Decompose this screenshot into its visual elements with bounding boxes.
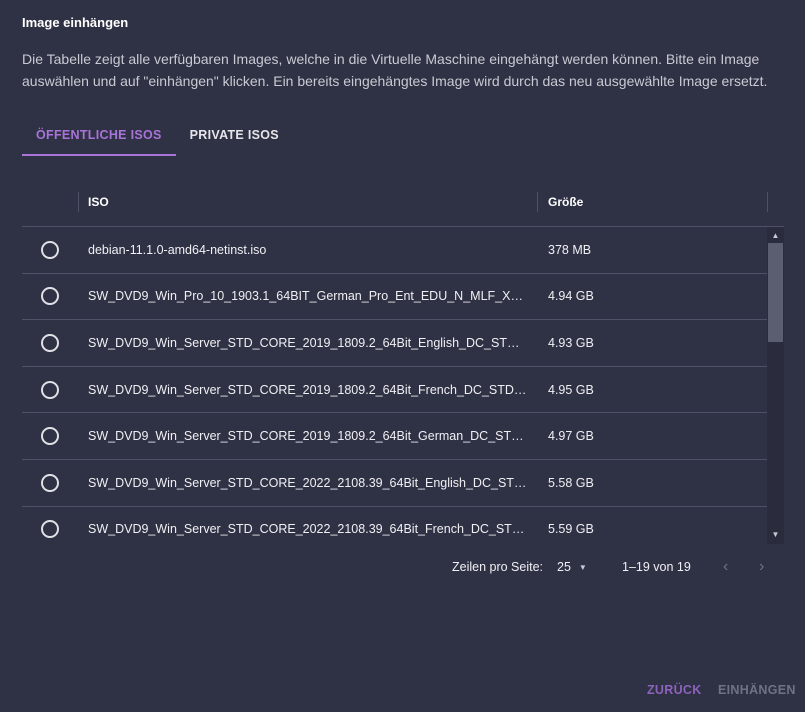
dialog-title: Image einhängen (22, 15, 129, 30)
row-iso-name: debian-11.1.0-amd64-netinst.iso (88, 242, 267, 257)
pagination: Zeilen pro Seite: 25 ▼ 1–19 von 19 ‹ › (0, 558, 805, 578)
table-row[interactable]: SW_DVD9_Win_Server_STD_CORE_2019_1809.2_… (22, 367, 784, 414)
row-radio[interactable] (41, 287, 59, 306)
page-range: 1–19 von 19 (622, 560, 691, 574)
table-scrollbar[interactable]: ▲ ▼ (767, 227, 784, 544)
rows-per-page-label: Zeilen pro Seite: (452, 560, 544, 574)
row-iso-name: SW_DVD9_Win_Server_STD_CORE_2022_2108.39… (88, 522, 528, 537)
row-iso-size: 5.58 GB (548, 475, 594, 490)
table-header: ISO Größe (22, 178, 784, 227)
row-iso-name: SW_DVD9_Win_Server_STD_CORE_2019_1809.2_… (88, 335, 528, 350)
table-row[interactable]: SW_DVD9_Win_Server_STD_CORE_2019_1809.2_… (22, 413, 784, 460)
row-radio[interactable] (41, 240, 59, 259)
row-iso-name: SW_DVD9_Win_Pro_10_1903.1_64BIT_German_P… (88, 289, 528, 304)
table-row[interactable]: SW_DVD9_Win_Server_STD_CORE_2022_2108.39… (22, 507, 784, 544)
row-radio[interactable] (41, 380, 59, 399)
row-iso-size: 378 MB (548, 242, 592, 257)
header-divider (767, 192, 768, 212)
row-iso-size: 4.94 GB (548, 289, 594, 304)
header-iso[interactable]: ISO (88, 195, 109, 209)
row-iso-size: 4.95 GB (548, 382, 594, 397)
row-iso-size: 5.59 GB (548, 522, 594, 537)
rows-per-page-select[interactable]: 25 ▼ (557, 560, 587, 574)
iso-tabs: ÖFFENTLICHE ISOS PRIVATE ISOS (22, 118, 293, 156)
header-divider (78, 192, 79, 212)
row-radio[interactable] (41, 333, 59, 352)
row-radio[interactable] (41, 473, 59, 492)
row-radio[interactable] (41, 520, 59, 539)
dialog-description: Die Tabelle zeigt alle verfügbaren Image… (22, 51, 768, 89)
rows-per-page-value: 25 (557, 560, 571, 574)
row-iso-name: SW_DVD9_Win_Server_STD_CORE_2019_1809.2_… (88, 429, 528, 444)
row-iso-size: 4.93 GB (548, 335, 594, 350)
chevron-right-icon[interactable]: › (759, 558, 764, 576)
mount-button[interactable]: EINHÄNGEN (718, 683, 796, 697)
row-iso-name: SW_DVD9_Win_Server_STD_CORE_2022_2108.39… (88, 475, 528, 490)
row-iso-size: 4.97 GB (548, 429, 594, 444)
table-row[interactable]: SW_DVD9_Win_Pro_10_1903.1_64BIT_German_P… (22, 274, 784, 321)
header-divider (537, 192, 538, 212)
back-button[interactable]: ZURÜCK (647, 683, 702, 697)
table-body: debian-11.1.0-amd64-netinst.iso 378 MB S… (22, 227, 784, 544)
chevron-down-icon[interactable]: ▼ (767, 528, 784, 542)
chevron-up-icon[interactable]: ▲ (767, 229, 784, 243)
caret-down-icon: ▼ (578, 562, 587, 572)
table-row[interactable]: debian-11.1.0-amd64-netinst.iso 378 MB (22, 227, 784, 274)
table-row[interactable]: SW_DVD9_Win_Server_STD_CORE_2022_2108.39… (22, 460, 784, 507)
row-iso-name: SW_DVD9_Win_Server_STD_CORE_2019_1809.2_… (88, 382, 528, 397)
chevron-left-icon[interactable]: ‹ (723, 558, 728, 576)
row-radio[interactable] (41, 427, 59, 446)
tab-private-isos[interactable]: PRIVATE ISOS (176, 118, 293, 156)
scroll-thumb[interactable] (768, 243, 783, 342)
table-row[interactable]: SW_DVD9_Win_Server_STD_CORE_2019_1809.2_… (22, 320, 784, 367)
iso-table: ISO Größe debian-11.1.0-amd64-netinst.is… (22, 178, 784, 544)
tab-public-isos[interactable]: ÖFFENTLICHE ISOS (22, 118, 176, 156)
header-size[interactable]: Größe (548, 195, 583, 209)
